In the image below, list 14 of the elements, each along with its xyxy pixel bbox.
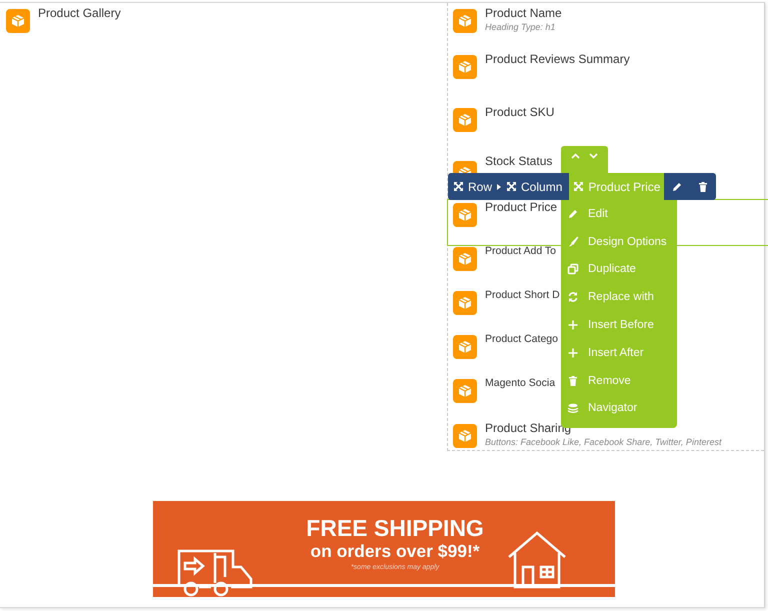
element-title: Product Gallery [38,6,121,21]
element-title: Magento Socia [485,376,556,391]
element-title: Stock Status [485,154,552,169]
element-title: Product Catego [485,332,558,347]
element-subtitle: Heading Type: h1 [485,22,556,32]
banner-subline: on orders over $99!* [310,541,480,561]
banner-headline: FREE SHIPPING [306,515,484,541]
element-title: Product Short D [485,288,560,303]
element-title: Product Add To [485,244,556,259]
element-title: Product Reviews Summary [485,52,630,67]
element-title: Product Name [485,6,562,21]
element-title: Product Price [485,200,558,215]
element-title: Product SKU [485,105,554,120]
element-subtitle: Buttons: Facebook Like, Facebook Share, Twitter, Pinterest [485,437,722,447]
